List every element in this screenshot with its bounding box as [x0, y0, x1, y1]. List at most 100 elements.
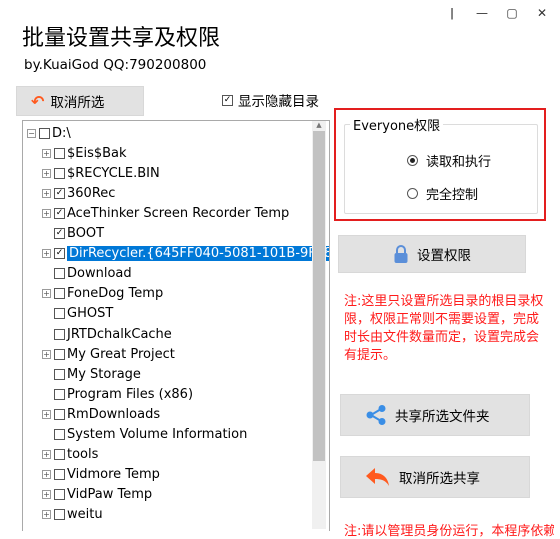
tree-item-label: FoneDog Temp	[67, 286, 164, 302]
tree-item[interactable]: + Vidmore Temp	[42, 465, 160, 485]
tree-checkbox[interactable]	[54, 469, 65, 481]
tree-checkbox[interactable]	[54, 328, 65, 340]
tree-checkbox[interactable]: ✓	[54, 248, 65, 260]
folder-tree[interactable]: − D:\ + $Eis$Bak + $RECYCLE.BIN + ✓ 360Rec + ✓ AceT…	[22, 120, 330, 531]
tree-item[interactable]: GHOST	[42, 304, 113, 324]
tree-item-label: Program Files (x86)	[67, 386, 194, 402]
share-selected-label: 共享所选文件夹	[395, 409, 490, 425]
tree-checkbox[interactable]: ✓	[54, 187, 65, 199]
cancel-share-button[interactable]: 取消所选共享	[340, 456, 530, 498]
minimize-button[interactable]: —	[474, 6, 490, 20]
tree-scrollbar[interactable]: ▲	[312, 121, 326, 529]
tree-item[interactable]: + My Great Project	[42, 344, 175, 364]
tree-checkbox[interactable]	[54, 167, 65, 179]
tree-checkbox[interactable]	[54, 348, 65, 360]
expand-icon[interactable]: +	[42, 490, 51, 500]
expand-icon[interactable]: +	[42, 450, 51, 460]
undo-arrow-icon	[365, 466, 391, 488]
radio-label: 读取和执行	[426, 155, 492, 170]
tree-item[interactable]: + ✓ DirRecycler.{645FF040-5081-101B-9F08-	[42, 244, 329, 264]
show-hidden-toggle[interactable]: ✓ 显示隐藏目录	[222, 90, 319, 110]
expand-icon[interactable]: +	[42, 168, 51, 178]
tree-item[interactable]: + RmDownloads	[42, 404, 160, 424]
radio-button[interactable]	[407, 155, 418, 166]
cancel-selection-button[interactable]: ↶ 取消所选	[16, 86, 144, 116]
scroll-thumb[interactable]	[313, 131, 325, 461]
tree-checkbox[interactable]	[54, 408, 65, 420]
permission-group-label: Everyone权限	[350, 115, 444, 134]
tree-item-label: BOOT	[67, 226, 105, 241]
expand-icon[interactable]: +	[42, 409, 51, 419]
scroll-up-icon[interactable]: ▲	[312, 121, 326, 129]
author-info: by.KuaiGod QQ:790200800	[24, 57, 207, 73]
tree-checkbox[interactable]	[54, 308, 65, 320]
expand-icon[interactable]: +	[42, 470, 51, 480]
tree-item[interactable]: + ✓ AceThinker Screen Recorder Temp	[42, 203, 289, 223]
pin-icon[interactable]: ǀ	[444, 6, 460, 20]
tree-checkbox[interactable]	[54, 368, 65, 380]
tree-checkbox[interactable]	[54, 489, 65, 501]
tree-item[interactable]: + tools	[42, 445, 98, 465]
undo-arrow-icon: ↶	[31, 91, 45, 111]
expand-icon[interactable]: +	[42, 208, 51, 218]
cancel-share-label: 取消所选共享	[399, 471, 480, 487]
tree-checkbox[interactable]	[54, 288, 65, 300]
tree-checkbox[interactable]	[54, 388, 65, 400]
tree-item[interactable]: + ✓ 360Rec	[42, 183, 115, 203]
tree-item[interactable]: My Storage	[42, 364, 141, 384]
tree-checkbox[interactable]	[54, 429, 65, 440]
tree-item[interactable]: + FoneDog Temp	[42, 284, 163, 304]
tree-checkbox[interactable]	[39, 127, 50, 139]
tree-item[interactable]: Download	[42, 264, 132, 284]
collapse-icon[interactable]: −	[27, 128, 36, 138]
tree-item-label: GHOST	[67, 306, 114, 322]
tree-checkbox[interactable]	[54, 147, 65, 159]
permission-group: Everyone权限 读取和执行 完全控制	[344, 115, 538, 214]
tree-item-label: DirRecycler.{645FF040-5081-101B-9F08-	[67, 246, 329, 262]
radio-label: 完全控制	[426, 188, 479, 203]
tree-item-label: tools	[67, 447, 99, 463]
expand-icon[interactable]: +	[42, 148, 51, 158]
tree-item-label: D:\	[52, 125, 71, 141]
tree-item[interactable]: JRTDchalkCache	[42, 324, 172, 344]
tree-item[interactable]: + $Eis$Bak	[42, 143, 127, 163]
show-hidden-checkbox[interactable]: ✓	[222, 94, 233, 106]
expand-icon[interactable]: +	[42, 188, 51, 198]
app-title: 批量设置共享及权限	[22, 26, 221, 51]
tree-item[interactable]: System Volume Information	[42, 425, 247, 445]
tree-checkbox[interactable]	[54, 449, 65, 461]
expand-icon[interactable]: +	[42, 349, 51, 359]
footer-note: 注:请以管理员身份运行，本程序依赖	[344, 524, 554, 539]
tree-checkbox[interactable]: ✓	[54, 207, 65, 219]
tree-item[interactable]: + weitu	[42, 505, 103, 525]
radio-read-execute[interactable]: 读取和执行	[407, 151, 491, 170]
expand-icon[interactable]: +	[42, 289, 51, 299]
tree-checkbox[interactable]	[54, 268, 65, 280]
tree-item-label: 360Rec	[67, 185, 116, 201]
permission-panel: Everyone权限 读取和执行 完全控制	[334, 108, 546, 221]
set-permission-label: 设置权限	[417, 248, 471, 264]
radio-button[interactable]	[407, 188, 418, 199]
permission-note: 注:这里只设置所选目录的根目录权限，权限正常则不需要设置，完成时长由文件数量而定…	[344, 294, 544, 363]
tree-checkbox[interactable]: ✓	[54, 228, 65, 239]
tree-item[interactable]: + $RECYCLE.BIN	[42, 163, 160, 183]
lock-icon	[393, 244, 409, 264]
show-hidden-label: 显示隐藏目录	[238, 94, 319, 110]
share-selected-button[interactable]: 共享所选文件夹	[340, 394, 530, 436]
tree-item[interactable]: Program Files (x86)	[42, 384, 193, 404]
cancel-selection-label: 取消所选	[50, 95, 105, 111]
set-permission-button[interactable]: 设置权限	[338, 235, 526, 273]
tree-checkbox[interactable]	[54, 509, 65, 521]
close-button[interactable]: ✕	[534, 6, 550, 20]
expand-icon[interactable]: +	[42, 510, 51, 520]
tree-item-label: AceThinker Screen Recorder Temp	[67, 205, 290, 221]
radio-full-control[interactable]: 完全控制	[407, 184, 478, 203]
expand-icon[interactable]: +	[42, 249, 51, 259]
tree-item-label: My Storage	[67, 366, 141, 382]
tree-item-label: $Eis$Bak	[67, 145, 127, 161]
tree-item[interactable]: + VidPaw Temp	[42, 485, 152, 505]
window-controls: ǀ — ▢ ✕	[444, 6, 550, 20]
tree-item[interactable]: ✓ BOOT	[42, 224, 104, 244]
maximize-button[interactable]: ▢	[504, 6, 520, 20]
tree-root[interactable]: − D:\	[27, 123, 71, 143]
